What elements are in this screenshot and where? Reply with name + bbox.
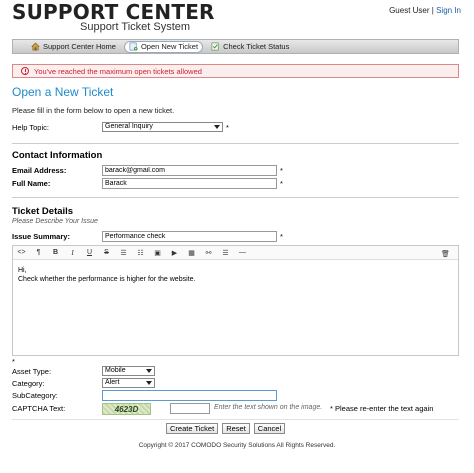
- email-label: Email Address:: [12, 166, 67, 175]
- editor-line: Check whether the performance is higher …: [18, 276, 196, 283]
- divider: [12, 143, 459, 144]
- ticket-description: Please Describe Your Issue: [12, 218, 98, 225]
- rich-text-editor: <> ¶ B I U S ☰ ☷ ▣ ▶ ▦ ⚯ ☰ — 🗑 Hi, Check…: [12, 245, 459, 356]
- horizontal-rule-icon[interactable]: —: [234, 247, 251, 259]
- nav-item-check-status[interactable]: Check Ticket Status: [207, 41, 293, 53]
- category-label: Category:: [12, 379, 45, 388]
- separator: |: [431, 6, 434, 15]
- image-icon[interactable]: ▣: [149, 247, 166, 259]
- alert-message: You've reached the maximum open tickets …: [34, 66, 202, 76]
- ordered-list-icon[interactable]: ☷: [132, 247, 149, 259]
- create-ticket-button[interactable]: Create Ticket: [166, 423, 219, 434]
- user-bar: Guest User | Sign In: [389, 6, 461, 15]
- captcha-note: * Please re-enter the text again: [330, 404, 434, 413]
- chevron-down-icon: [146, 369, 152, 373]
- category-value: Alert: [105, 379, 120, 386]
- editor-line: Hi,: [18, 267, 27, 274]
- full-name-field[interactable]: [102, 178, 277, 189]
- link-icon[interactable]: ⚯: [200, 247, 217, 259]
- chevron-down-icon: [146, 381, 152, 385]
- issue-summary-field[interactable]: [102, 231, 277, 242]
- nav-item-label: Check Ticket Status: [223, 42, 290, 51]
- trash-icon[interactable]: 🗑: [437, 248, 454, 260]
- email-field[interactable]: [102, 165, 277, 176]
- align-icon[interactable]: ☰: [217, 247, 234, 259]
- nav-item-label: Open New Ticket: [140, 42, 199, 51]
- nav-item-label: Support Center Home: [43, 42, 116, 51]
- issue-summary-label: Issue Summary:: [12, 232, 70, 241]
- required-mark: *: [280, 166, 283, 175]
- footer-copyright: Copyright © 2017 COMODO Security Solutio…: [138, 442, 336, 449]
- captcha-field[interactable]: [170, 403, 210, 414]
- captcha-image: 4623D: [102, 403, 151, 415]
- editor-body[interactable]: Hi, Check whether the performance is hig…: [13, 260, 458, 290]
- bold-icon[interactable]: B: [47, 247, 64, 259]
- category-select[interactable]: Alert: [102, 378, 155, 388]
- full-name-label: Full Name:: [12, 179, 51, 188]
- asset-type-label: Asset Type:: [12, 367, 52, 376]
- required-mark: *: [12, 357, 15, 366]
- strikethrough-icon[interactable]: S: [98, 247, 115, 259]
- intro-text: Please fill in the form below to open a …: [12, 106, 175, 115]
- unordered-list-icon[interactable]: ☰: [115, 247, 132, 259]
- ticket-details-heading: Ticket Details: [12, 206, 74, 217]
- divider: [12, 419, 459, 420]
- help-topic-label: Help Topic:: [12, 123, 49, 132]
- new-ticket-icon: [129, 42, 138, 51]
- required-mark: *: [280, 232, 283, 241]
- error-alert: You've reached the maximum open tickets …: [12, 64, 459, 78]
- nav-item-open-ticket[interactable]: Open New Ticket: [123, 40, 204, 53]
- paragraph-icon[interactable]: ¶: [30, 247, 47, 259]
- asset-type-select[interactable]: Mobile: [102, 366, 155, 376]
- captcha-label: CAPTCHA Text:: [12, 404, 66, 413]
- asset-type-value: Mobile: [105, 367, 126, 374]
- captcha-hint: Enter the text shown on the image.: [214, 404, 323, 411]
- logo-title: SUPPORT CENTER: [12, 0, 215, 24]
- form-actions: Create Ticket Reset Cancel: [166, 423, 286, 434]
- header: SUPPORT CENTER Support Ticket System Gue…: [12, 2, 462, 36]
- subcategory-field[interactable]: [102, 390, 277, 401]
- help-topic-value: General Inquiry: [105, 123, 153, 130]
- main-nav: Support Center Home Open New Ticket Chec…: [12, 39, 459, 54]
- italic-icon[interactable]: I: [64, 247, 81, 259]
- video-icon[interactable]: ▶: [166, 247, 183, 259]
- editor-toolbar: <> ¶ B I U S ☰ ☷ ▣ ▶ ▦ ⚯ ☰ — 🗑: [13, 246, 458, 260]
- home-icon: [31, 42, 40, 51]
- reset-button[interactable]: Reset: [222, 423, 250, 434]
- chevron-down-icon: [214, 125, 220, 129]
- logo-subtitle: Support Ticket System: [80, 21, 191, 33]
- sign-in-link[interactable]: Sign In: [436, 6, 461, 15]
- contact-heading: Contact Information: [12, 150, 103, 161]
- ticket-status-icon: [211, 42, 219, 51]
- warning-icon: [21, 67, 29, 75]
- underline-icon[interactable]: U: [81, 247, 98, 259]
- table-icon[interactable]: ▦: [183, 247, 200, 259]
- nav-item-home[interactable]: Support Center Home: [27, 41, 120, 53]
- cancel-button[interactable]: Cancel: [253, 423, 286, 434]
- help-topic-select[interactable]: General Inquiry: [102, 122, 223, 132]
- required-mark: *: [226, 123, 229, 132]
- source-code-icon[interactable]: <>: [13, 247, 30, 259]
- subcategory-label: SubCategory:: [12, 391, 58, 400]
- user-label: Guest User: [389, 6, 430, 15]
- divider: [12, 197, 459, 198]
- required-mark: *: [280, 179, 283, 188]
- page-title: Open a New Ticket: [12, 85, 114, 99]
